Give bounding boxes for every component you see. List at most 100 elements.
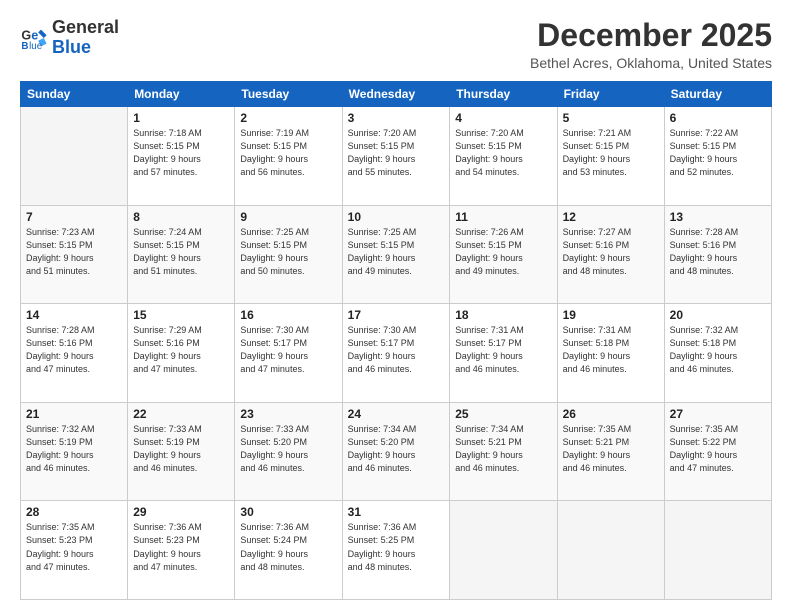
day-info: Sunrise: 7:31 AMSunset: 5:17 PMDaylight:… — [455, 324, 551, 376]
day-number: 1 — [133, 111, 229, 125]
day-number: 9 — [240, 210, 336, 224]
calendar-cell: 26 Sunrise: 7:35 AMSunset: 5:21 PMDayligh… — [557, 402, 664, 501]
calendar-cell: 7Sunrise: 7:23 AMSunset: 5:15 PMDaylight… — [21, 205, 128, 304]
calendar-cell: 13Sunrise: 7:28 AMSunset: 5:16 PMDayligh… — [664, 205, 771, 304]
day-info: Sunrise: 7:36 AMSunset: 5:25 PMDaylight:… — [348, 521, 445, 573]
day-number: 29 — [133, 505, 229, 519]
calendar-cell: 29Sunrise: 7:36 AMSunset: 5:23 PMDayligh… — [128, 501, 235, 600]
calendar-cell — [21, 107, 128, 206]
calendar-cell: 4 Sunrise: 7:20 AMSunset: 5:15 PMDaylight… — [450, 107, 557, 206]
svg-text:lue: lue — [29, 41, 43, 52]
header-cell-thursday: Thursday — [450, 82, 557, 107]
day-info: Sunrise: 7:24 AMSunset: 5:15 PMDaylight:… — [133, 226, 229, 278]
logo-general: General — [52, 18, 119, 38]
calendar-cell: 17 Sunrise: 7:30 AMSunset: 5:17 PMDayligh… — [342, 304, 450, 403]
header: G e B lue General Blue December 2025 Bet… — [20, 18, 772, 71]
day-number: 4 — [455, 111, 551, 125]
day-number: 12 — [563, 210, 659, 224]
day-info: Sunrise: 7:30 AMSunset: 5:17 PMDaylight:… — [240, 324, 336, 376]
header-cell-monday: Monday — [128, 82, 235, 107]
day-number: 23 — [240, 407, 336, 421]
day-info: Sunrise: 7:29 AMSunset: 5:16 PMDaylight:… — [133, 324, 229, 376]
week-row-3: 21 Sunrise: 7:32 AMSunset: 5:19 PMDayligh… — [21, 402, 772, 501]
day-info: Sunrise: 7:26 AMSunset: 5:15 PMDaylight:… — [455, 226, 551, 278]
day-info: Sunrise: 7:20 AMSunset: 5:15 PMDaylight:… — [455, 127, 551, 179]
calendar-cell: 25Sunrise: 7:34 AMSunset: 5:21 PMDayligh… — [450, 402, 557, 501]
day-number: 17 — [348, 308, 445, 322]
day-number: 6 — [670, 111, 766, 125]
calendar-cell: 16 Sunrise: 7:30 AMSunset: 5:17 PMDayligh… — [235, 304, 342, 403]
svg-text:G: G — [21, 28, 31, 42]
calendar-table: SundayMondayTuesdayWednesdayThursdayFrid… — [20, 81, 772, 600]
month-title: December 2025 — [530, 18, 772, 53]
header-cell-saturday: Saturday — [664, 82, 771, 107]
day-info: Sunrise: 7:33 AMSunset: 5:20 PMDaylight:… — [240, 423, 336, 475]
day-info: Sunrise: 7:32 AMSunset: 5:19 PMDaylight:… — [26, 423, 122, 475]
week-row-1: 7Sunrise: 7:23 AMSunset: 5:15 PMDaylight… — [21, 205, 772, 304]
week-row-2: 14Sunrise: 7:28 AMSunset: 5:16 PMDayligh… — [21, 304, 772, 403]
calendar-cell: 28Sunrise: 7:35 AMSunset: 5:23 PMDayligh… — [21, 501, 128, 600]
title-block: December 2025 Bethel Acres, Oklahoma, Un… — [530, 18, 772, 71]
header-cell-tuesday: Tuesday — [235, 82, 342, 107]
day-info: Sunrise: 7:35 AMSunset: 5:21 PMDaylight:… — [563, 423, 659, 475]
calendar-cell: 21 Sunrise: 7:32 AMSunset: 5:19 PMDayligh… — [21, 402, 128, 501]
day-info: Sunrise: 7:25 AMSunset: 5:15 PMDaylight:… — [240, 226, 336, 278]
calendar-cell: 9 Sunrise: 7:25 AMSunset: 5:15 PMDaylight… — [235, 205, 342, 304]
location: Bethel Acres, Oklahoma, United States — [530, 55, 772, 71]
calendar-cell: 1 Sunrise: 7:18 AMSunset: 5:15 PMDaylight… — [128, 107, 235, 206]
logo: G e B lue General Blue — [20, 18, 119, 58]
day-number: 21 — [26, 407, 122, 421]
calendar-cell: 19 Sunrise: 7:31 AMSunset: 5:18 PMDayligh… — [557, 304, 664, 403]
calendar-cell: 14Sunrise: 7:28 AMSunset: 5:16 PMDayligh… — [21, 304, 128, 403]
calendar-cell — [450, 501, 557, 600]
day-info: Sunrise: 7:27 AMSunset: 5:16 PMDaylight:… — [563, 226, 659, 278]
week-row-0: 1 Sunrise: 7:18 AMSunset: 5:15 PMDaylight… — [21, 107, 772, 206]
day-info: Sunrise: 7:18 AMSunset: 5:15 PMDaylight:… — [133, 127, 229, 179]
calendar-cell: 3 Sunrise: 7:20 AMSunset: 5:15 PMDaylight… — [342, 107, 450, 206]
calendar-cell: 27Sunrise: 7:35 AMSunset: 5:22 PMDayligh… — [664, 402, 771, 501]
day-number: 13 — [670, 210, 766, 224]
day-info: Sunrise: 7:36 AMSunset: 5:24 PMDaylight:… — [240, 521, 336, 573]
calendar-cell: 12 Sunrise: 7:27 AMSunset: 5:16 PMDayligh… — [557, 205, 664, 304]
day-info: Sunrise: 7:28 AMSunset: 5:16 PMDaylight:… — [26, 324, 122, 376]
day-info: Sunrise: 7:25 AMSunset: 5:15 PMDaylight:… — [348, 226, 445, 278]
day-number: 30 — [240, 505, 336, 519]
calendar-cell: 15 Sunrise: 7:29 AMSunset: 5:16 PMDayligh… — [128, 304, 235, 403]
day-info: Sunrise: 7:35 AMSunset: 5:22 PMDaylight:… — [670, 423, 766, 475]
calendar-cell: 2Sunrise: 7:19 AMSunset: 5:15 PMDaylight… — [235, 107, 342, 206]
day-number: 26 — [563, 407, 659, 421]
calendar-cell: 10 Sunrise: 7:25 AMSunset: 5:15 PMDayligh… — [342, 205, 450, 304]
calendar-cell: 31Sunrise: 7:36 AMSunset: 5:25 PMDayligh… — [342, 501, 450, 600]
day-number: 8 — [133, 210, 229, 224]
day-number: 7 — [26, 210, 122, 224]
day-info: Sunrise: 7:20 AMSunset: 5:15 PMDaylight:… — [348, 127, 445, 179]
svg-text:B: B — [21, 41, 28, 52]
day-number: 22 — [133, 407, 229, 421]
day-number: 15 — [133, 308, 229, 322]
day-number: 18 — [455, 308, 551, 322]
week-row-4: 28Sunrise: 7:35 AMSunset: 5:23 PMDayligh… — [21, 501, 772, 600]
day-number: 19 — [563, 308, 659, 322]
day-number: 2 — [240, 111, 336, 125]
day-number: 24 — [348, 407, 445, 421]
day-info: Sunrise: 7:31 AMSunset: 5:18 PMDaylight:… — [563, 324, 659, 376]
day-info: Sunrise: 7:34 AMSunset: 5:21 PMDaylight:… — [455, 423, 551, 475]
calendar-cell: 30 Sunrise: 7:36 AMSunset: 5:24 PMDayligh… — [235, 501, 342, 600]
header-row: SundayMondayTuesdayWednesdayThursdayFrid… — [21, 82, 772, 107]
day-number: 10 — [348, 210, 445, 224]
day-info: Sunrise: 7:33 AMSunset: 5:19 PMDaylight:… — [133, 423, 229, 475]
day-number: 16 — [240, 308, 336, 322]
logo-icon: G e B lue — [20, 24, 48, 52]
day-number: 11 — [455, 210, 551, 224]
day-info: Sunrise: 7:32 AMSunset: 5:18 PMDaylight:… — [670, 324, 766, 376]
calendar-cell: 8 Sunrise: 7:24 AMSunset: 5:15 PMDaylight… — [128, 205, 235, 304]
day-number: 3 — [348, 111, 445, 125]
calendar-cell — [557, 501, 664, 600]
day-number: 20 — [670, 308, 766, 322]
header-cell-friday: Friday — [557, 82, 664, 107]
calendar-cell: 22 Sunrise: 7:33 AMSunset: 5:19 PMDayligh… — [128, 402, 235, 501]
calendar-cell: 24Sunrise: 7:34 AMSunset: 5:20 PMDayligh… — [342, 402, 450, 501]
calendar-cell: 20 Sunrise: 7:32 AMSunset: 5:18 PMDayligh… — [664, 304, 771, 403]
logo-blue: Blue — [52, 38, 119, 58]
day-info: Sunrise: 7:30 AMSunset: 5:17 PMDaylight:… — [348, 324, 445, 376]
